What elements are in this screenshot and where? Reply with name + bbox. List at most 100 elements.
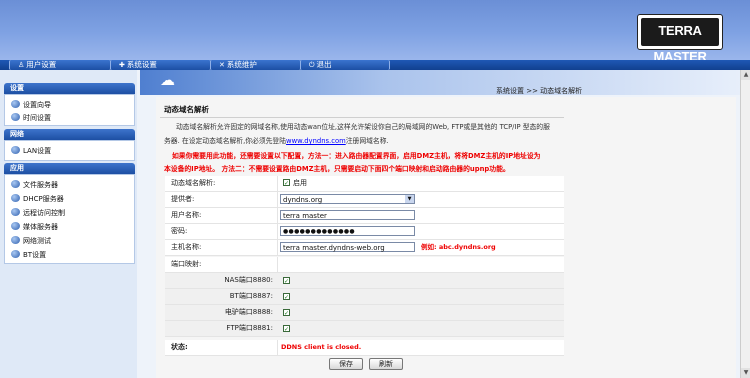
- globe-icon: [11, 180, 20, 188]
- provider-select[interactable]: dyndns.org ▼: [280, 194, 415, 204]
- nav-tab-label: 系统维护: [226, 60, 257, 69]
- sidebar-item-time-settings[interactable]: 时间设置: [11, 112, 51, 124]
- breadcrumb: 系统设置 >> 动态域名解析: [496, 87, 583, 95]
- sidebar-item-label: 设置向导: [23, 101, 51, 109]
- scroll-down-arrow-icon[interactable]: ▼: [741, 368, 750, 378]
- status-label: 状态:: [171, 343, 188, 351]
- sidebar-item-network-test[interactable]: 网络测试: [11, 235, 51, 247]
- user-icon: ♙: [18, 61, 25, 69]
- sidebar-item-bt-settings[interactable]: BT设置: [11, 249, 46, 261]
- portmap-label: 端口映射:: [171, 260, 202, 268]
- globe-icon: [11, 113, 20, 121]
- nav-tab-user-settings[interactable]: ♙ 用户设置: [9, 60, 111, 70]
- port-label-emule: 电驴端口8888:: [224, 308, 273, 316]
- sidebar-item-media-server[interactable]: 媒体服务器: [11, 221, 58, 233]
- status-row: 状态: DDNS client is closed.: [165, 340, 564, 356]
- row-separator: [277, 240, 278, 255]
- password-row: 密码: ●●●●●●●●●●●●●: [165, 224, 564, 240]
- nav-tab-label: 用户设置: [26, 60, 57, 69]
- sidebar-item-lan-settings[interactable]: LAN设置: [11, 145, 51, 157]
- page-title: 动态域名解析: [164, 105, 209, 114]
- dyndns-link[interactable]: www.dyndns.com: [286, 137, 346, 145]
- password-label: 密码:: [171, 227, 188, 235]
- sidebar-panel-setup: 设置向导 时间设置: [4, 94, 135, 126]
- sidebar-section-setup: 设置: [4, 83, 135, 94]
- ddns-enable-row: 动态域名解析: ✓ 启用: [165, 176, 564, 192]
- warning-line-2: 本设备的IP地址。 方法二：不需要设置路由DMZ主机，只需要启动下面四个端口映射…: [164, 165, 510, 173]
- nav-tab-system-settings[interactable]: ✚ 系统设置: [110, 60, 211, 70]
- description-text: 注册网域名称.: [345, 137, 389, 145]
- description-text: 务器. 在设定动态域名解析,你必须先登陆: [164, 137, 287, 145]
- sidebar-item-label: DHCP服务器: [23, 195, 64, 203]
- status-value: DDNS client is closed.: [281, 343, 362, 351]
- sidebar-item-label: LAN设置: [23, 147, 52, 155]
- title-divider: [160, 117, 564, 118]
- username-input[interactable]: terra master: [280, 210, 415, 220]
- sidebar-item-label: 网络测试: [23, 237, 51, 245]
- sidebar-item-setup-wizard[interactable]: 设置向导: [11, 99, 51, 111]
- row-separator: [277, 257, 278, 272]
- refresh-button[interactable]: 刷新: [369, 358, 403, 370]
- port-label-ftp: FTP端口8881:: [226, 324, 273, 332]
- content-header-strip: [140, 70, 750, 95]
- vertical-scrollbar[interactable]: ▲ ▼: [740, 70, 750, 378]
- port-row-ftp: FTP端口8881: ✓: [165, 321, 564, 337]
- sidebar-item-label: 媒体服务器: [23, 223, 58, 231]
- globe-icon: [11, 146, 20, 154]
- hostname-row: 主机名称: terra master.dyndns-web.org 例如: ab…: [165, 240, 564, 256]
- portmap-row: 端口映射:: [165, 257, 564, 273]
- chevron-down-icon: ▼: [405, 195, 414, 203]
- username-label: 用户名称:: [171, 211, 202, 219]
- tools-icon: ✕: [219, 61, 225, 69]
- port-nas-checkbox[interactable]: ✓: [283, 277, 290, 285]
- row-separator: [277, 176, 278, 191]
- hostname-example: 例如: abc.dyndns.org: [421, 243, 496, 251]
- row-separator: [277, 224, 278, 239]
- port-emule-checkbox[interactable]: ✓: [283, 309, 290, 317]
- globe-icon: [11, 222, 20, 230]
- nav-tab-logout[interactable]: ⏻ 退出: [300, 60, 390, 70]
- ddns-label: 动态域名解析:: [171, 179, 216, 187]
- globe-icon: [11, 208, 20, 216]
- port-row-nas: NAS端口8880: ✓: [165, 273, 564, 289]
- password-input[interactable]: ●●●●●●●●●●●●●: [280, 226, 415, 236]
- hostname-input[interactable]: terra master.dyndns-web.org: [280, 242, 415, 252]
- globe-icon: [11, 100, 20, 108]
- sidebar-item-label: 时间设置: [23, 114, 51, 122]
- wrench-icon: ✚: [119, 61, 125, 69]
- sidebar-panel-apps: 文件服务器 DHCP服务器 远程访问控制 媒体服务器 网络测试 BT设置: [4, 174, 135, 264]
- description-line-1: 动态域名解析允许固定的网域名称,使用动态wan位址,这样允许架设你自己的局域网的…: [176, 123, 550, 131]
- cloud-icon: ☁: [160, 71, 175, 89]
- warning-line-1: 如果你需要用此功能，还需要设置以下配置，方法一：进入路由器配置界面，启用DMZ主…: [172, 152, 541, 160]
- globe-icon: [11, 194, 20, 202]
- port-bt-checkbox[interactable]: ✓: [283, 293, 290, 301]
- brand-logo-text: TERRA MASTER: [641, 18, 719, 64]
- provider-selected-value: dyndns.org: [283, 196, 323, 204]
- row-separator: [277, 208, 278, 223]
- sidebar-item-label: BT设置: [23, 251, 47, 259]
- globe-icon: [11, 250, 20, 258]
- hostname-label: 主机名称:: [171, 243, 202, 251]
- port-ftp-checkbox[interactable]: ✓: [283, 325, 290, 333]
- ddns-enable-checkbox[interactable]: ✓: [283, 179, 290, 187]
- sidebar-item-remote-access[interactable]: 远程访问控制: [11, 207, 65, 219]
- sidebar-panel-network: LAN设置: [4, 140, 135, 161]
- nav-tab-system-maintenance[interactable]: ✕ 系统维护: [210, 60, 301, 70]
- row-separator: [277, 340, 278, 355]
- save-button[interactable]: 保存: [329, 358, 363, 370]
- username-row: 用户名称: terra master: [165, 208, 564, 224]
- row-separator: [277, 192, 278, 207]
- port-row-emule: 电驴端口8888: ✓: [165, 305, 564, 321]
- port-label-nas: NAS端口8880:: [224, 276, 273, 284]
- sidebar: 设置 设置向导 时间设置 网络 LAN设置 应用 文件服务器 DHCP服务器 远…: [0, 70, 137, 378]
- scroll-up-arrow-icon[interactable]: ▲: [741, 70, 750, 80]
- sidebar-section-apps: 应用: [4, 163, 135, 174]
- sidebar-item-dhcp-server[interactable]: DHCP服务器: [11, 193, 64, 205]
- provider-row: 提供者: dyndns.org ▼: [165, 192, 564, 208]
- sidebar-section-network: 网络: [4, 129, 135, 140]
- globe-icon: [11, 236, 20, 244]
- sidebar-item-file-server[interactable]: 文件服务器: [11, 179, 58, 191]
- ddns-enable-text: 启用: [293, 179, 307, 187]
- top-nav: ♙ 用户设置 ✚ 系统设置 ✕ 系统维护 ⏻ 退出: [0, 60, 750, 70]
- sidebar-item-label: 远程访问控制: [23, 209, 65, 217]
